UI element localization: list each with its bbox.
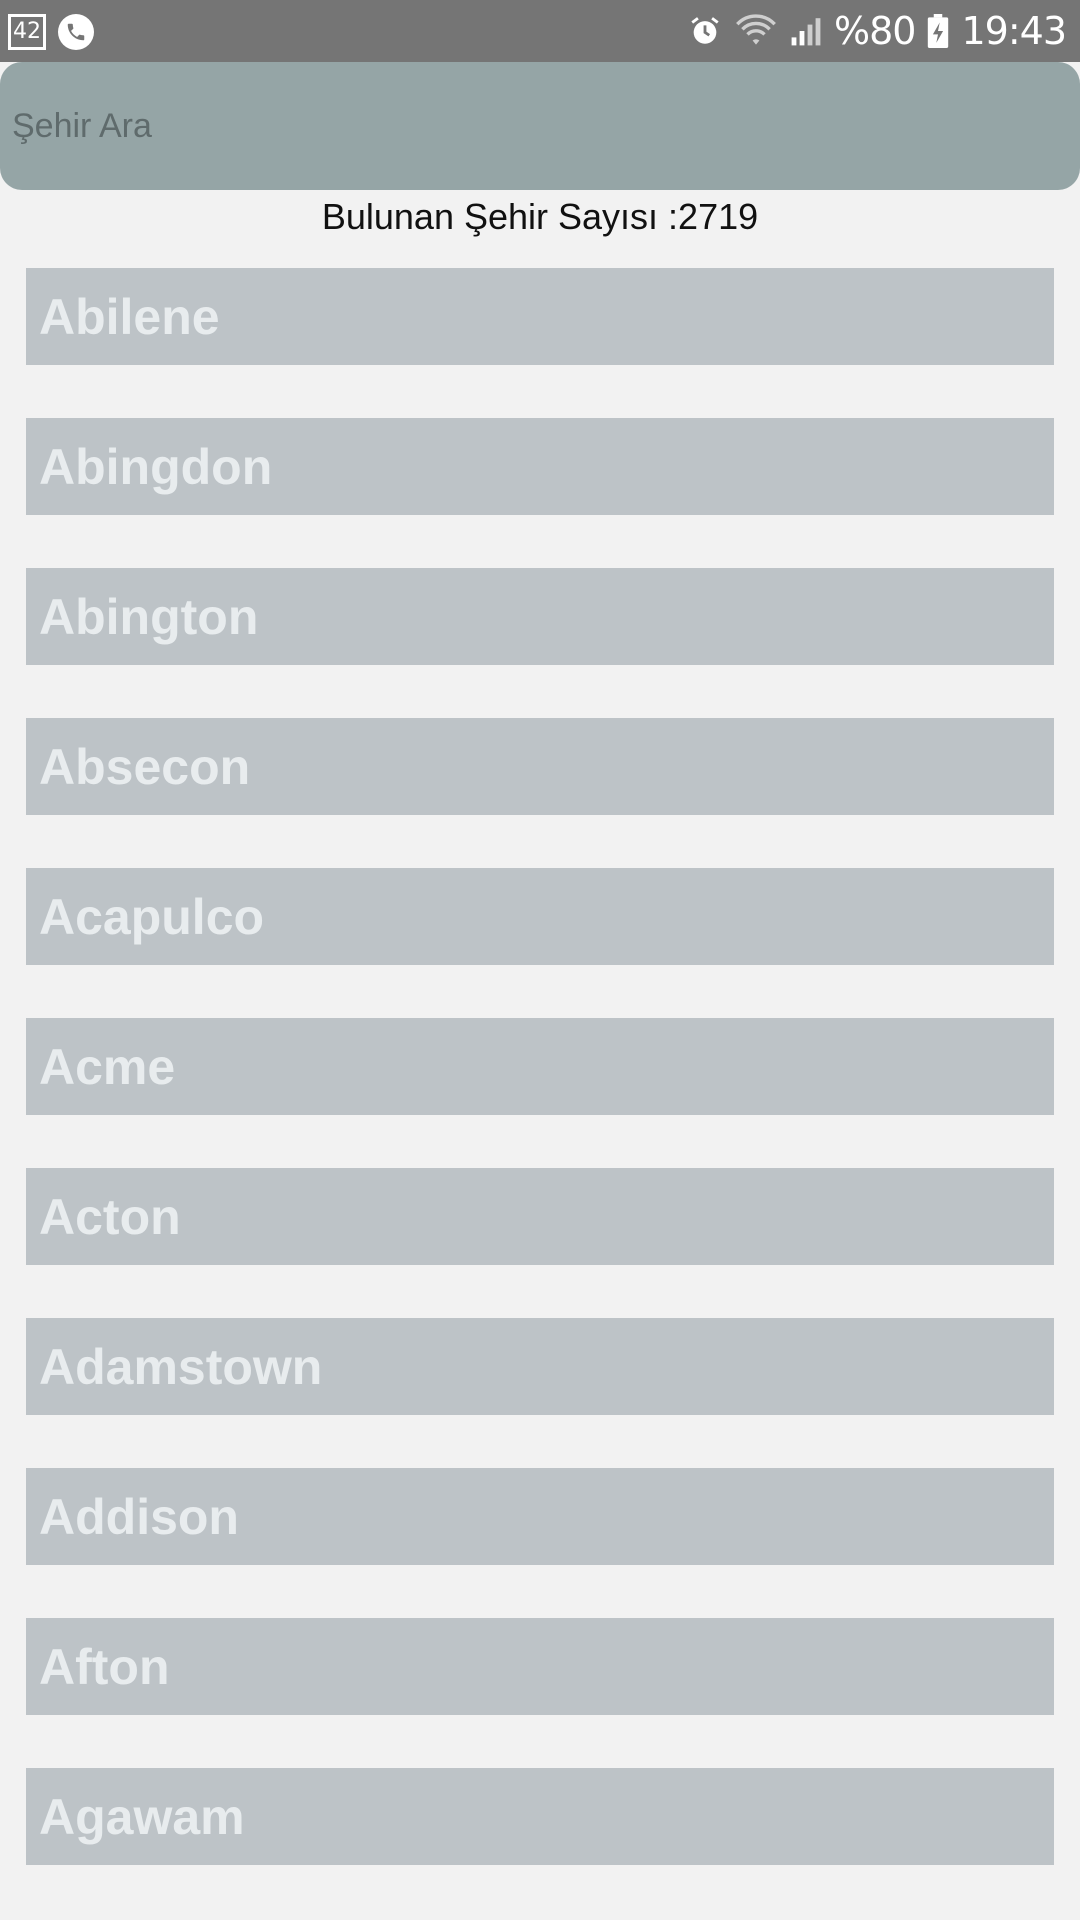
city-list: Abilene Abingdon Abington Absecon Acapul…	[26, 268, 1054, 1918]
notification-count: 42	[13, 19, 41, 44]
city-name: Adamstown	[39, 1338, 323, 1395]
status-bar: 42 %80 19:43	[0, 0, 1080, 62]
city-name: Acme	[39, 1038, 176, 1095]
status-left-icons: 42	[8, 14, 94, 50]
clock: 19:43	[961, 9, 1067, 53]
city-name: Abington	[39, 588, 259, 645]
result-count: Bulunan Şehir Sayısı :2719	[321, 196, 759, 237]
city-list-item[interactable]: Adamstown	[26, 1318, 1054, 1415]
city-name: Addison	[39, 1488, 239, 1545]
signal-icon	[791, 18, 821, 46]
city-name: Agawam	[39, 1788, 245, 1845]
city-name: Acton	[39, 1188, 181, 1245]
notification-box-icon: 42	[8, 14, 46, 50]
city-search-bar	[0, 62, 1080, 190]
city-name: Afton	[39, 1638, 170, 1695]
city-list-item[interactable]: Acton	[26, 1168, 1054, 1265]
city-name: Acapulco	[39, 888, 265, 945]
city-list-item[interactable]: Absecon	[26, 718, 1054, 815]
city-list-item[interactable]: Addison	[26, 1468, 1054, 1565]
city-name: Absecon	[39, 738, 251, 795]
city-name: Abingdon	[39, 438, 273, 495]
battery-percent: %80	[834, 9, 916, 53]
city-list-item[interactable]: Abilene	[26, 268, 1054, 365]
city-list-item[interactable]: Acme	[26, 1018, 1054, 1115]
city-list-item[interactable]: Abington	[26, 568, 1054, 665]
city-list-item[interactable]: Afton	[26, 1618, 1054, 1715]
city-search-input[interactable]	[10, 105, 1080, 147]
phone-call-icon	[58, 14, 94, 50]
city-list-item[interactable]: Agawam	[26, 1768, 1054, 1865]
city-name: Abilene	[39, 288, 220, 345]
battery-charging-icon	[928, 14, 949, 48]
city-list-item[interactable]: Abingdon	[26, 418, 1054, 515]
city-list-item[interactable]: Acapulco	[26, 868, 1054, 965]
wifi-icon	[736, 14, 776, 45]
alarm-icon	[691, 17, 719, 44]
status-right-icons: %80 19:43	[688, 0, 1067, 62]
